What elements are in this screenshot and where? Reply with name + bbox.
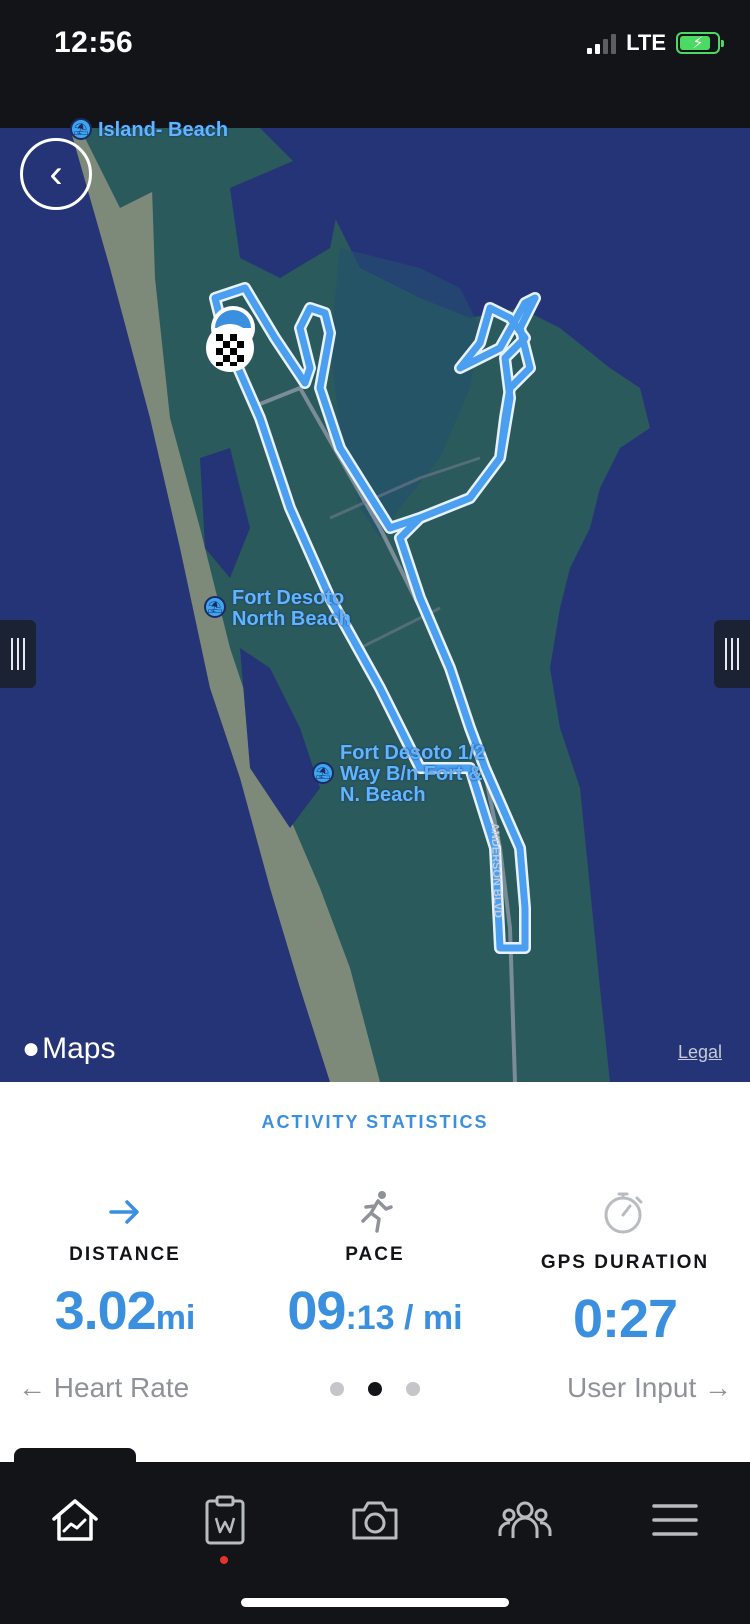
- map-label-half-way: Fort Desoto 1/2 Way B/n Fort & N. Beach: [340, 743, 486, 806]
- signal-icon: [587, 32, 617, 54]
- right-panel-handle[interactable]: [714, 620, 750, 688]
- pace-value: 09:13 / mi: [250, 1280, 500, 1342]
- map-label-road: ANDERSON BLVD: [488, 822, 504, 919]
- battery-icon: ⚡: [676, 32, 724, 54]
- legal-link[interactable]: Legal: [678, 1042, 722, 1063]
- gps-duration-label: GPS DURATION: [540, 1252, 710, 1273]
- status-bar: 12:56 LTE ⚡: [0, 0, 750, 128]
- community-icon: [498, 1501, 552, 1538]
- distance-value: 3.02mi: [0, 1280, 250, 1342]
- stats-pager: ← Heart Rate User Input →: [0, 1372, 750, 1412]
- stopwatch-icon: [500, 1182, 750, 1242]
- map-canvas: [0, 128, 750, 1082]
- maps-attribution-text: Maps: [42, 1032, 116, 1065]
- gps-duration-stat: GPS DURATION 0:27: [500, 1182, 750, 1350]
- distance-stat: DISTANCE 3.02mi: [0, 1182, 250, 1342]
- nav-menu[interactable]: [630, 1480, 720, 1560]
- map-label-line: Fort Desoto 1/2: [340, 742, 486, 764]
- back-button[interactable]: ‹: [20, 138, 92, 210]
- beach-icon: ⛱: [312, 762, 334, 784]
- activity-statistics: ACTIVITY STATISTICS DISTANCE 3.02mi PACE…: [0, 1082, 750, 1462]
- map-label-line: North Beach: [232, 608, 351, 630]
- page-dot[interactable]: [330, 1382, 344, 1396]
- map-label-north-beach: Fort Desoto North Beach: [232, 588, 351, 630]
- heart-rate-link[interactable]: ← Heart Rate: [18, 1372, 189, 1404]
- map-label-line: Fort Desoto: [232, 587, 345, 609]
- distance-number: 3.02: [54, 1281, 157, 1341]
- status-indicators: LTE ⚡: [587, 30, 724, 56]
- camera-icon: [352, 1501, 398, 1540]
- chevron-left-icon: ‹: [49, 151, 63, 196]
- network-label: LTE: [626, 30, 666, 55]
- nav-community[interactable]: [480, 1480, 570, 1560]
- apple-logo-icon: ●: [22, 1032, 41, 1065]
- beach-icon: ⛱: [204, 596, 226, 618]
- menu-icon: [652, 1504, 698, 1536]
- runner-icon: [250, 1182, 500, 1242]
- pace-stat: PACE 09:13 / mi: [250, 1182, 500, 1342]
- page-dot[interactable]: [406, 1382, 420, 1396]
- grip-icon: [11, 638, 25, 670]
- map-label-line: Way B/n Fort &: [340, 763, 483, 785]
- arrow-right-icon: [0, 1182, 250, 1242]
- map-label-top: Island- Beach: [98, 119, 229, 141]
- status-time: 12:56: [54, 26, 134, 59]
- left-panel-handle[interactable]: [0, 620, 36, 688]
- stats-title: ACTIVITY STATISTICS: [261, 1112, 489, 1132]
- pace-label: PACE: [345, 1244, 405, 1265]
- home-indicator: [241, 1598, 509, 1607]
- notification-dot: [220, 1556, 228, 1564]
- page-indicator[interactable]: [330, 1382, 420, 1396]
- user-input-link[interactable]: User Input →: [567, 1372, 732, 1404]
- nav-camera[interactable]: [330, 1480, 420, 1560]
- distance-label: DISTANCE: [69, 1244, 181, 1265]
- nav-journal[interactable]: [180, 1480, 270, 1560]
- page-dot-active[interactable]: [368, 1382, 382, 1396]
- grip-icon: [725, 638, 739, 670]
- home-icon: [52, 1499, 98, 1541]
- maps-attribution: ● Maps: [22, 1032, 115, 1066]
- clipboard-icon: [205, 1495, 245, 1545]
- distance-unit: mi: [155, 1299, 196, 1337]
- gps-duration-value: 0:27: [500, 1288, 750, 1350]
- route-map[interactable]: [0, 128, 750, 1082]
- beach-icon: ⛱: [70, 118, 92, 140]
- nav-home[interactable]: [30, 1480, 120, 1560]
- gps-duration-number: 0:27: [572, 1289, 678, 1349]
- map-label-line: N. Beach: [340, 784, 426, 806]
- pace-unit: :13 / mi: [345, 1299, 463, 1337]
- pace-number: 09: [287, 1281, 346, 1341]
